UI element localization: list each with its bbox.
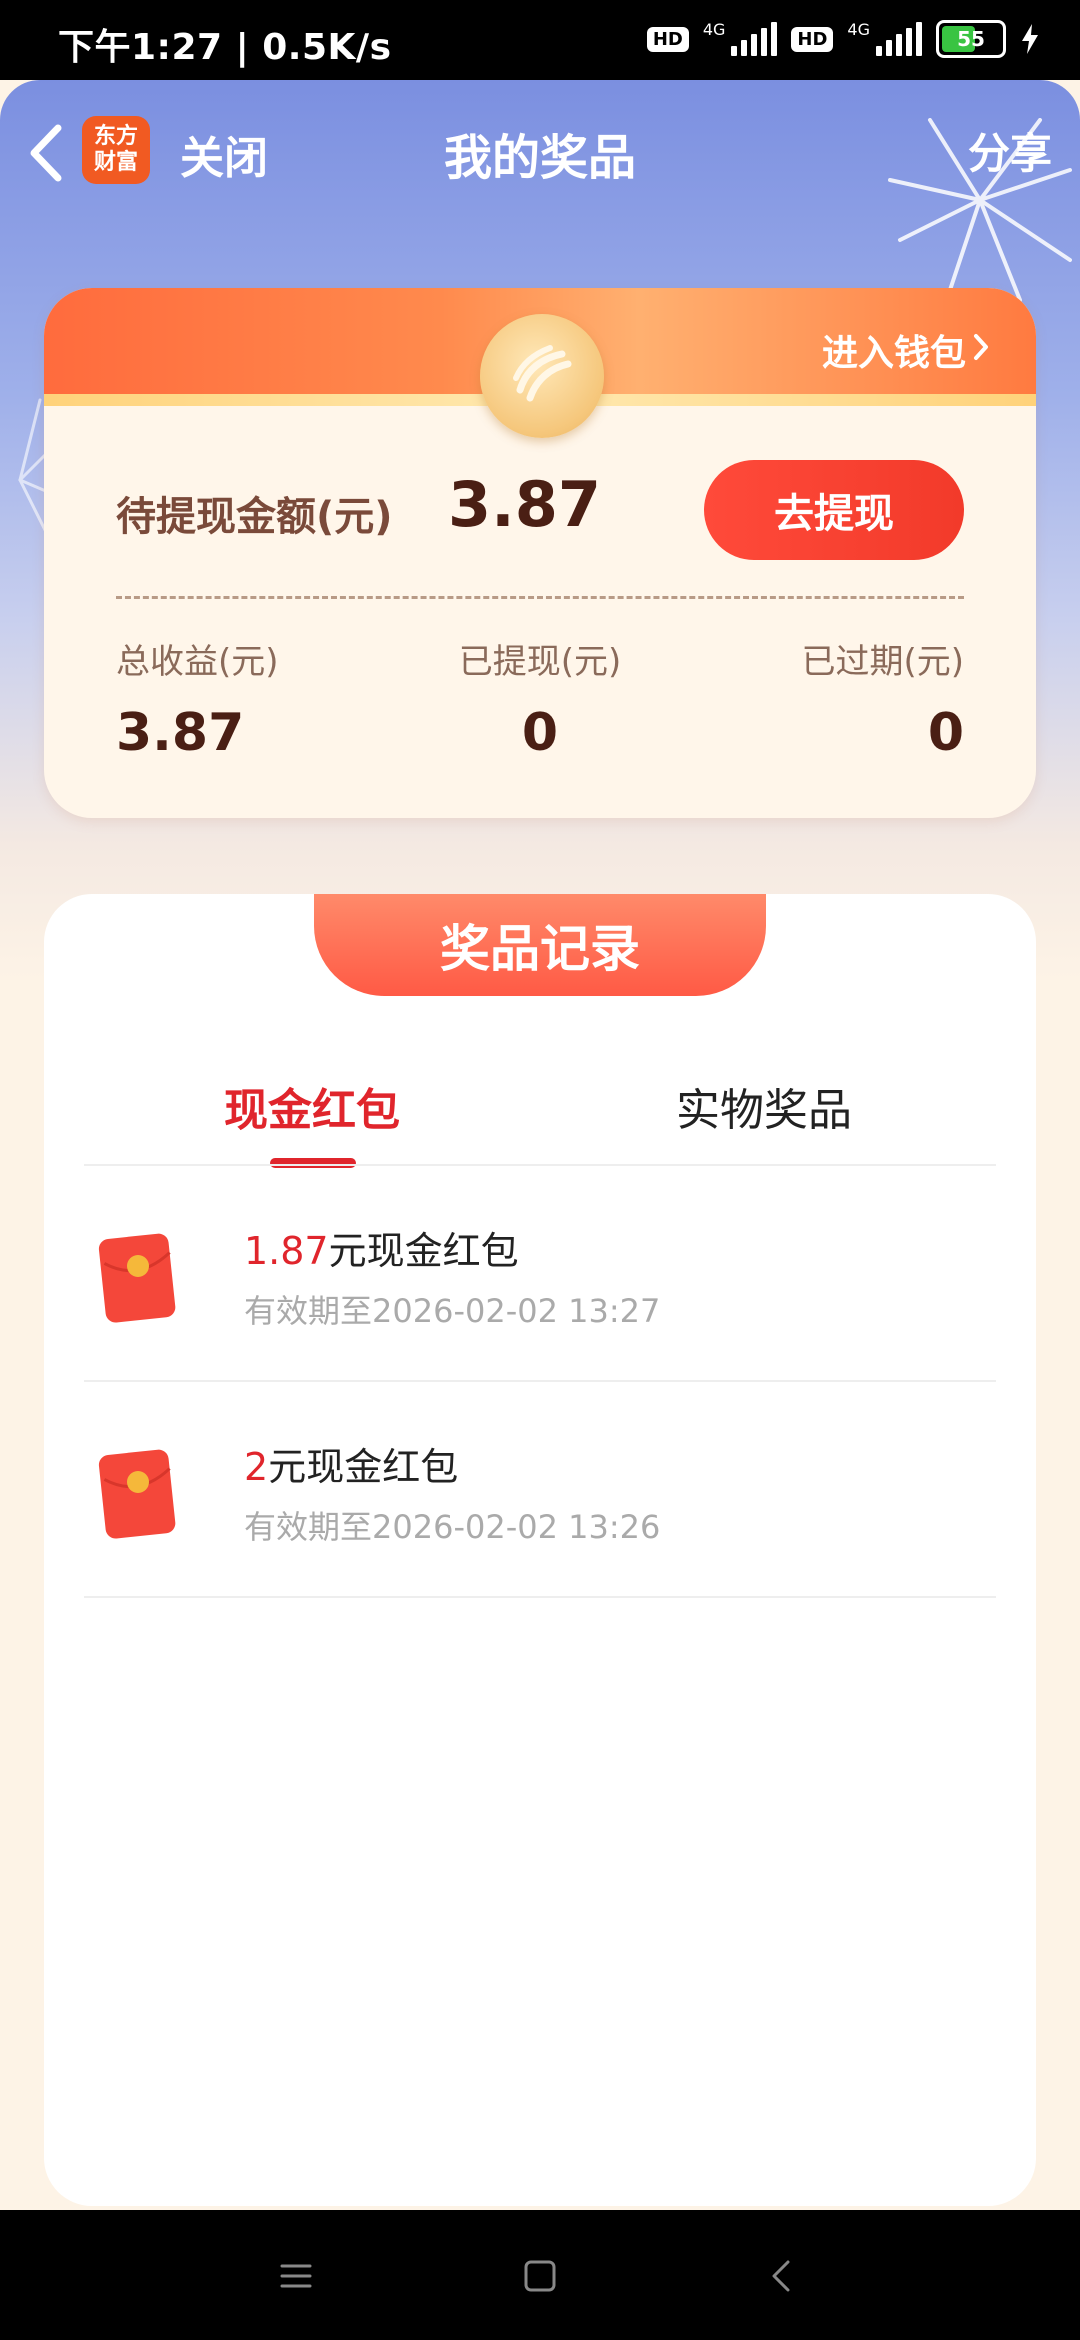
hd-badge: HD (646, 26, 689, 52)
list-item[interactable]: 1.87元现金红包 有效期至2026-02-02 13:27 (84, 1166, 996, 1380)
prize-amount: 1.87 (244, 1229, 329, 1273)
red-envelope-icon (98, 1233, 176, 1323)
prize-amount: 2 (244, 1445, 269, 1489)
chevron-right-icon[interactable] (972, 332, 990, 362)
status-icons: HD 4G HD 4G 55 (646, 20, 1040, 58)
list-item[interactable]: 2元现金红包 有效期至2026-02-02 13:26 (84, 1382, 996, 1596)
prize-expiry: 有效期至2026-02-02 13:26 (244, 1508, 661, 1546)
wallet-link[interactable]: 进入钱包 (822, 324, 966, 376)
tab-physical-prize[interactable]: 实物奖品 (676, 1074, 852, 1138)
page-title: 我的奖品 (443, 130, 636, 186)
balance-card: 进入钱包 待提现金额(元) 3.87 去提现 总收益(元) 3.87 已提现(元… (44, 288, 1036, 818)
network-type: 4G (847, 20, 870, 39)
prize-expiry: 有效期至2026-02-02 13:27 (244, 1292, 661, 1330)
signal-icon (731, 22, 778, 56)
withdraw-button[interactable]: 去提现 (704, 460, 964, 560)
status-time-speed: 下午1:27 | 0.5K/s (58, 27, 392, 68)
signal-icon (876, 22, 922, 56)
pending-amount-value: 3.87 (448, 468, 601, 541)
stat-expired: 已过期(元) 0 (801, 634, 964, 763)
coin-icon (480, 314, 604, 438)
home-icon[interactable] (518, 2254, 562, 2298)
tab-cash-red-packet[interactable]: 现金红包 (224, 1074, 400, 1138)
stat-label: 已过期(元) (801, 642, 964, 682)
records-heading: 奖品记录 (314, 894, 766, 996)
divider (84, 1596, 996, 1598)
dashed-divider (116, 596, 964, 599)
share-button[interactable]: 分享 (968, 120, 1052, 181)
prize-name: 元现金红包 (328, 1229, 519, 1273)
stat-value: 0 (927, 703, 964, 763)
status-bar: 下午1:27 | 0.5K/s HD 4G HD 4G 55 (0, 0, 1080, 80)
red-envelope-icon (98, 1449, 176, 1539)
prize-title: 1.87元现金红包 (244, 1220, 519, 1275)
charging-icon (1022, 24, 1038, 54)
hd-badge: HD (791, 26, 834, 52)
system-nav-bar (0, 2210, 1080, 2340)
app-header: 东方 财富 关闭 我的奖品 分享 (0, 80, 1080, 220)
prize-title: 2元现金红包 (244, 1436, 458, 1491)
back-icon[interactable] (760, 2254, 804, 2298)
battery-level: 55 (957, 27, 985, 51)
battery-icon: 55 (936, 20, 1006, 58)
prize-name: 元现金红包 (268, 1445, 459, 1489)
prize-records-panel: 奖品记录 现金红包 实物奖品 1.87元现金红包 有效期至2026-02-02 … (44, 894, 1036, 2206)
network-type: 4G (702, 20, 726, 39)
menu-icon[interactable] (274, 2254, 318, 2298)
pending-amount-label: 待提现金额(元) (116, 494, 393, 540)
